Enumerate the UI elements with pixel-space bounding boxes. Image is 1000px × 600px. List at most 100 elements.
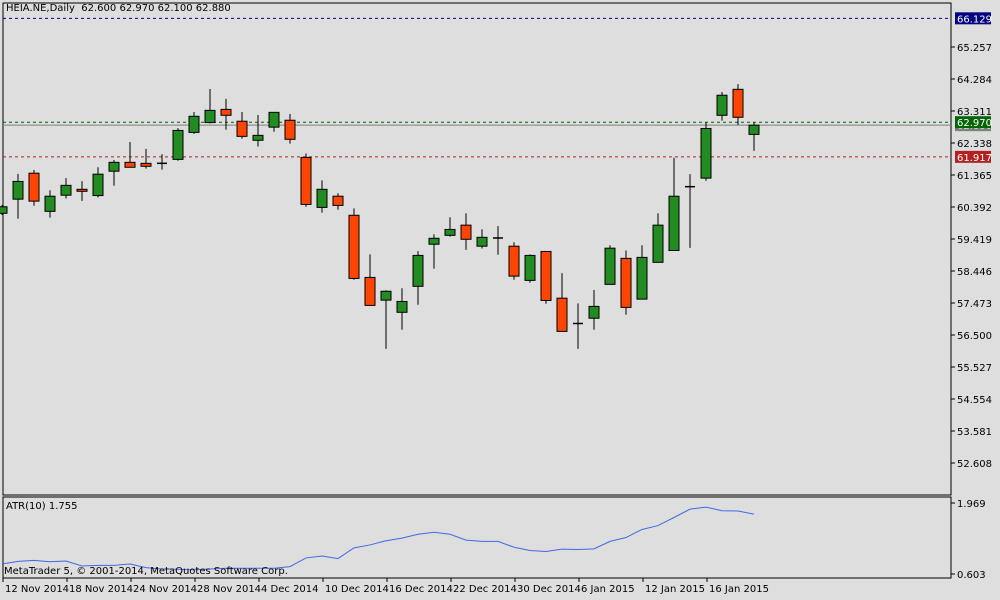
candle [620,250,632,315]
candle-body-bull [268,111,280,128]
atr-y-tick-label: 0.603 [957,570,986,581]
candle [636,245,648,300]
candle-body-bear [508,245,520,277]
candle [124,141,136,168]
candle-body-bull [172,129,184,160]
candle [540,250,552,304]
y-tick-label: 56.500 [957,331,992,342]
candle-body-bull [0,206,8,214]
candle-body-bull [60,184,72,196]
candle [268,111,280,132]
candle [716,91,728,121]
atr-line [1,506,755,571]
candle [476,229,488,249]
candle-body-bull [748,124,760,135]
candle-body-bull [108,161,120,172]
candle [508,242,520,280]
candle-body-bull [700,127,712,179]
y-tick-label: 61.365 [957,171,992,182]
candle [236,112,248,139]
candle-body-bear [540,250,552,301]
candle-body-bull [444,228,456,236]
x-tick-label: 16 Dec 2014 [389,584,453,595]
candle [588,289,600,330]
candle [604,245,616,285]
candle-body-bear [76,188,88,192]
candle [12,173,24,219]
candle [685,174,695,248]
x-tick-label: 10 Dec 2014 [325,584,389,595]
y-tick-label: 64.284 [957,75,992,86]
candle [428,234,440,269]
candle-body-bull [428,237,440,245]
candle-body-bull [588,305,600,319]
x-tick-label: 30 Dec 2014 [517,584,581,595]
candle-body-bull [44,195,56,212]
candle-body-bear [556,297,568,332]
candle [460,213,472,250]
candle [524,254,536,283]
y-tick-label: 54.554 [957,395,992,406]
candle [92,167,104,198]
candle [348,208,360,280]
x-tick-label: 28 Nov 2014 [197,584,261,595]
candle-body-bear [284,119,296,140]
ohlc-readout: 62.600 62.970 62.100 62.880 [81,3,231,14]
copyright-text: MetaTrader 5, © 2001-2014, MetaQuotes So… [4,566,288,577]
candle [668,157,680,251]
price-line-label: 61.917 [957,153,992,164]
candle [748,122,760,151]
candle-body-bull [476,236,488,247]
candle-body-bull [396,300,408,313]
candle [108,160,120,186]
candle-body-bear [220,108,232,116]
x-tick-label: 16 Jan 2015 [709,584,769,595]
candle [700,122,712,181]
candle-body-bear [364,276,376,306]
y-tick-label: 62.338 [957,139,992,150]
candle-body-bull [412,254,424,287]
candle [444,217,456,237]
candle [380,290,392,349]
candle-body-bear [236,120,248,137]
candle-body-bull [188,115,200,133]
x-tick-label: 24 Nov 2014 [133,584,197,595]
candle [44,190,56,218]
candle-body-bull [636,256,648,300]
candle [300,153,312,207]
price-line-label: 62.970 [957,118,992,129]
candle-body-bull [252,134,264,141]
candle [252,114,264,147]
candle [188,112,200,135]
candle-body-bear [332,195,344,206]
price-line-label: 66.129 [957,14,992,25]
candle [284,113,296,144]
candle [412,251,424,305]
y-tick-label: 60.392 [957,203,992,214]
candle [172,128,184,161]
x-tick-label: 22 Dec 2014 [453,584,517,595]
chart-title: HEIA.NE,Daily 62.600 62.970 62.100 62.88… [6,3,231,14]
candle [364,254,376,306]
x-tick-label: 6 Jan 2015 [581,584,635,595]
candle-body-bull [92,173,104,197]
candle-body-bull [12,180,24,200]
candle-body-bull [204,109,216,124]
candle [60,178,72,199]
candle-body-bull [716,94,728,116]
candle-body-bull [524,254,536,281]
candle [556,273,568,332]
candle-body-bear [300,156,312,205]
candle-body-bear [620,257,632,308]
y-tick-label: 59.419 [957,235,992,246]
y-tick-label: 65.257 [957,43,992,54]
candles [0,84,760,349]
candle [140,148,152,169]
y-tick-label: 52.608 [957,459,992,470]
candle-body-bull [668,195,680,251]
x-tick-label: 12 Nov 2014 [5,584,69,595]
candle-body-bear [732,88,744,118]
candle [396,288,408,330]
symbol-label: HEIA.NE,Daily [6,3,75,14]
atr-indicator-label: ATR(10) 1.755 [6,501,78,512]
